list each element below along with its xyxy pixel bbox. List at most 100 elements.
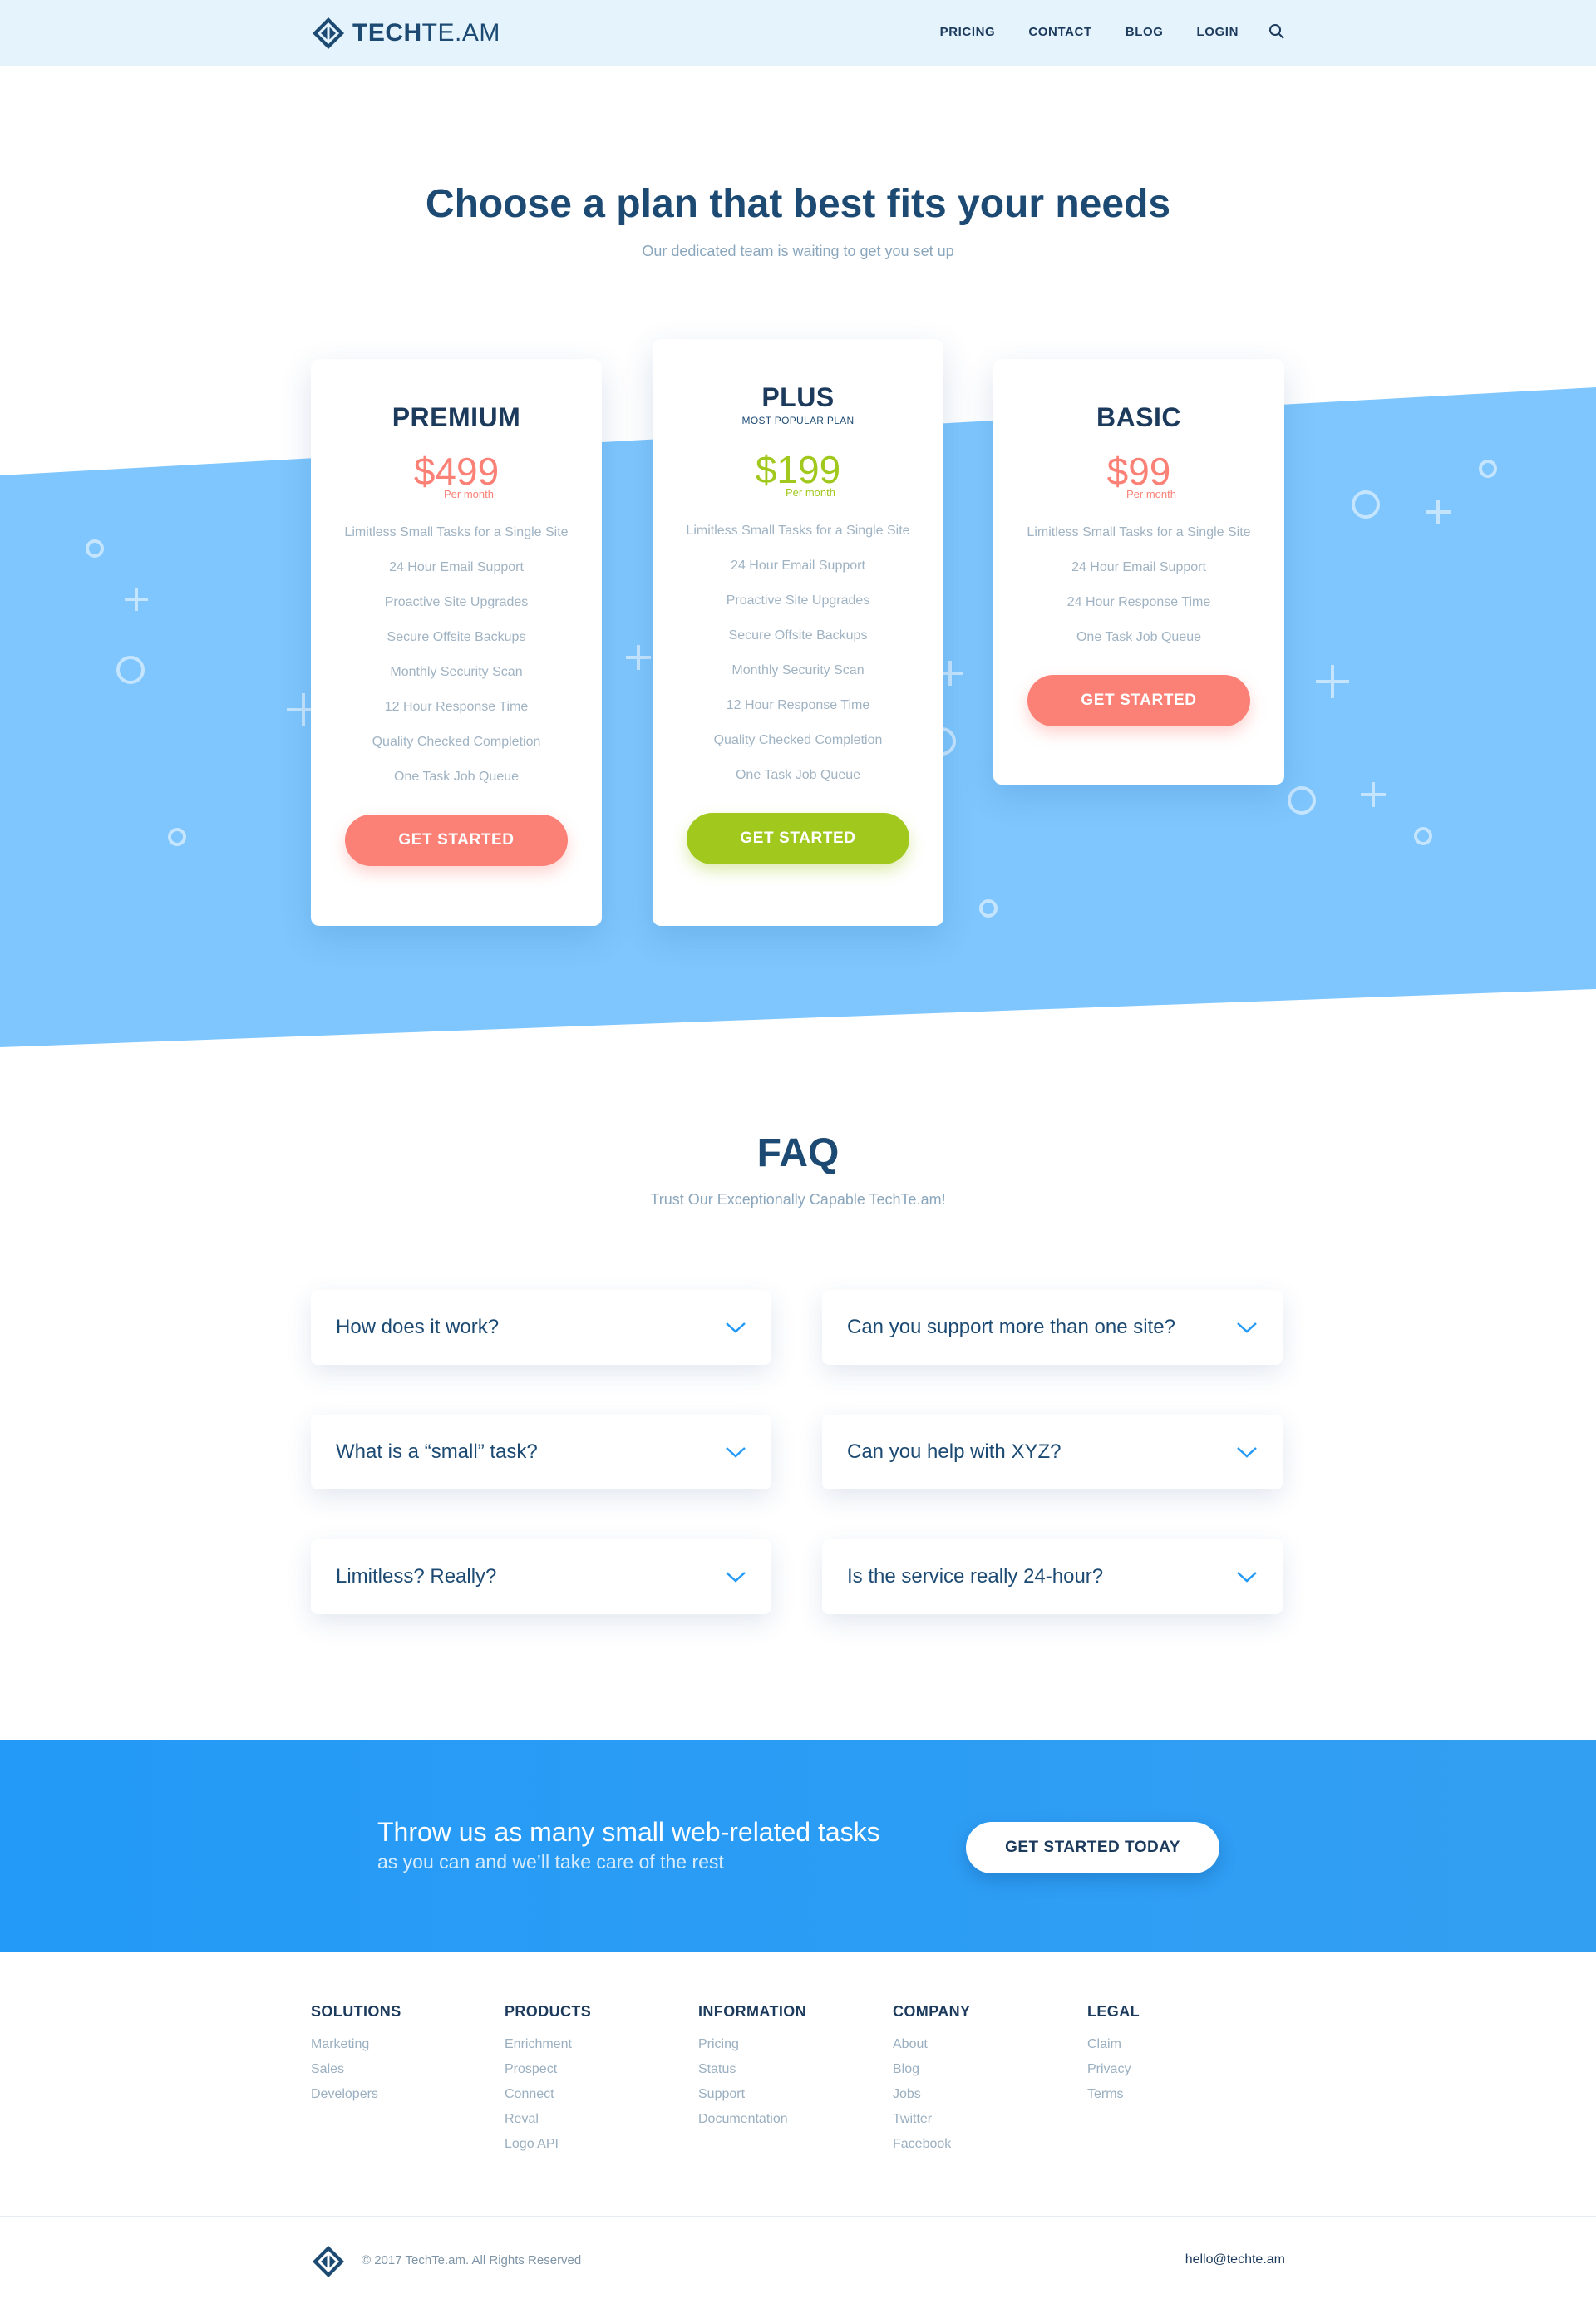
footer-column-company: COMPANY About Blog Jobs Twitter Facebook [893, 2003, 970, 2157]
footer-link[interactable]: Logo API [505, 2132, 591, 2157]
plan-card-basic: BASIC $99 Per month Limitless Small Task… [993, 359, 1284, 785]
feature-item: Monthly Security Scan [390, 665, 523, 679]
faq-item[interactable]: How does it work? [311, 1290, 771, 1365]
footer-column-information: INFORMATION Pricing Status Support Docum… [698, 2003, 806, 2132]
faq-question: Can you help with XYZ? [847, 1440, 1062, 1463]
chevron-down-icon [1237, 1572, 1257, 1583]
nav-pricing[interactable]: PRICING [940, 25, 996, 39]
feature-item: One Task Job Queue [1076, 630, 1202, 644]
techteam-logo-icon [313, 17, 344, 49]
faq-question: How does it work? [336, 1316, 500, 1338]
cta-subtitle: as you can and we’ll take care of the re… [377, 1851, 724, 1873]
plan-features: Limitless Small Tasks for a Single Site … [993, 515, 1284, 655]
plan-period: Per month [444, 488, 494, 500]
faq-question: Limitless? Really? [336, 1565, 497, 1588]
search-icon[interactable] [1268, 23, 1285, 40]
faq-subtitle: Trust Our Exceptionally Capable TechTe.a… [650, 1191, 946, 1208]
footer-heading: SOLUTIONS [311, 2003, 401, 2020]
feature-item: 12 Hour Response Time [384, 700, 529, 714]
faq-item[interactable]: Can you support more than one site? [822, 1290, 1283, 1365]
cta-title: Throw us as many small web-related tasks [377, 1817, 880, 1847]
faq-question: What is a “small” task? [336, 1440, 538, 1463]
feature-item: Secure Offsite Backups [387, 630, 526, 644]
feature-item: Quality Checked Completion [713, 733, 883, 747]
nav-blog[interactable]: BLOG [1126, 25, 1164, 39]
faq-item[interactable]: Limitless? Really? [311, 1539, 771, 1614]
contact-email-link[interactable]: hello@techte.am [1185, 2252, 1285, 2267]
plan-features: Limitless Small Tasks for a Single Site … [653, 514, 943, 793]
footer-divider [0, 2216, 1596, 2217]
footer-link[interactable]: Blog [893, 2057, 970, 2082]
plan-features: Limitless Small Tasks for a Single Site … [311, 515, 602, 795]
footer-heading: INFORMATION [698, 2003, 807, 2020]
feature-item: Monthly Security Scan [732, 663, 864, 677]
footer-link[interactable]: Status [698, 2057, 806, 2082]
chevron-down-icon [726, 1322, 746, 1333]
faq-title: FAQ [756, 1131, 840, 1175]
plan-period: Per month [786, 486, 835, 499]
plan-price: $99 [1106, 450, 1171, 493]
footer-link[interactable]: Support [698, 2082, 806, 2107]
footer-link[interactable]: Facebook [893, 2132, 970, 2157]
get-started-today-button[interactable]: GET STARTED TODAY [966, 1822, 1219, 1873]
footer-link[interactable]: Reval [505, 2107, 591, 2132]
feature-item: Quality Checked Completion [372, 735, 541, 749]
chevron-down-icon [726, 1572, 746, 1583]
techteam-logo-icon[interactable] [311, 2244, 346, 2279]
get-started-plus-button[interactable]: GET STARTED [687, 813, 909, 864]
feature-item: 24 Hour Email Support [389, 560, 524, 574]
footer-link[interactable]: Pricing [698, 2032, 806, 2057]
footer-link[interactable]: Jobs [893, 2082, 970, 2107]
faq-item[interactable]: Can you help with XYZ? [822, 1415, 1283, 1489]
footer-link[interactable]: About [893, 2032, 970, 2057]
feature-item: Limitless Small Tasks for a Single Site [686, 524, 910, 538]
chevron-down-icon [1237, 1447, 1257, 1458]
footer-link[interactable]: Connect [505, 2082, 591, 2107]
footer-link[interactable]: Claim [1087, 2032, 1140, 2057]
plan-period: Per month [1126, 488, 1176, 500]
plan-price: $199 [755, 448, 841, 491]
footer-link[interactable]: Enrichment [505, 2032, 591, 2057]
feature-item: Limitless Small Tasks for a Single Site [344, 525, 569, 539]
footer-link[interactable]: Terms [1087, 2082, 1140, 2107]
feature-item: One Task Job Queue [393, 770, 520, 784]
top-navigation-bar: TECHTE.AM PRICING CONTACT BLOG LOGIN [0, 0, 1596, 66]
plan-price: $499 [413, 450, 500, 493]
footer-column-solutions: SOLUTIONS Marketing Sales Developers [311, 2003, 401, 2107]
plan-card-premium: PREMIUM $499 Per month Limitless Small T… [311, 359, 602, 926]
plan-card-plus: PLUS MOST POPULAR PLAN $199 Per month Li… [653, 339, 943, 926]
footer-link[interactable]: Twitter [893, 2107, 970, 2132]
feature-item: Limitless Small Tasks for a Single Site [1027, 525, 1251, 539]
cta-banner: Throw us as many small web-related tasks… [0, 1740, 1596, 1952]
brand-logo[interactable]: TECHTE.AM [311, 16, 500, 51]
copyright-text: © 2017 TechTe.am. All Rights Reserved [362, 2253, 582, 2267]
plan-name: BASIC [1096, 402, 1182, 432]
footer-column-products: PRODUCTS Enrichment Prospect Connect Rev… [505, 2003, 591, 2157]
feature-item: Proactive Site Upgrades [384, 595, 529, 609]
brand-name: TECHTE.AM [352, 19, 500, 47]
footer-heading: PRODUCTS [505, 2003, 592, 2020]
footer-heading: COMPANY [893, 2003, 971, 2020]
footer-link[interactable]: Marketing [311, 2032, 401, 2057]
get-started-basic-button[interactable]: GET STARTED [1027, 675, 1250, 726]
faq-item[interactable]: Is the service really 24-hour? [822, 1539, 1283, 1614]
get-started-premium-button[interactable]: GET STARTED [345, 815, 568, 866]
footer-link[interactable]: Sales [311, 2057, 401, 2082]
feature-item: 12 Hour Response Time [726, 698, 870, 712]
chevron-down-icon [726, 1447, 746, 1458]
nav-login[interactable]: LOGIN [1197, 25, 1239, 39]
footer-link[interactable]: Developers [311, 2082, 401, 2107]
feature-item: Secure Offsite Backups [728, 628, 868, 642]
feature-item: One Task Job Queue [735, 768, 861, 782]
faq-item[interactable]: What is a “small” task? [311, 1415, 771, 1489]
footer-link[interactable]: Prospect [505, 2057, 591, 2082]
chevron-down-icon [1237, 1322, 1257, 1333]
most-popular-badge: MOST POPULAR PLAN [741, 415, 855, 426]
feature-item: 24 Hour Email Support [731, 559, 865, 573]
nav-contact[interactable]: CONTACT [1028, 25, 1091, 39]
footer-link[interactable]: Privacy [1087, 2057, 1140, 2082]
faq-question: Can you support more than one site? [847, 1316, 1175, 1338]
footer-link[interactable]: Documentation [698, 2107, 806, 2132]
plan-name: PLUS [761, 382, 835, 412]
page-subtitle: Our dedicated team is waiting to get you… [642, 243, 954, 259]
